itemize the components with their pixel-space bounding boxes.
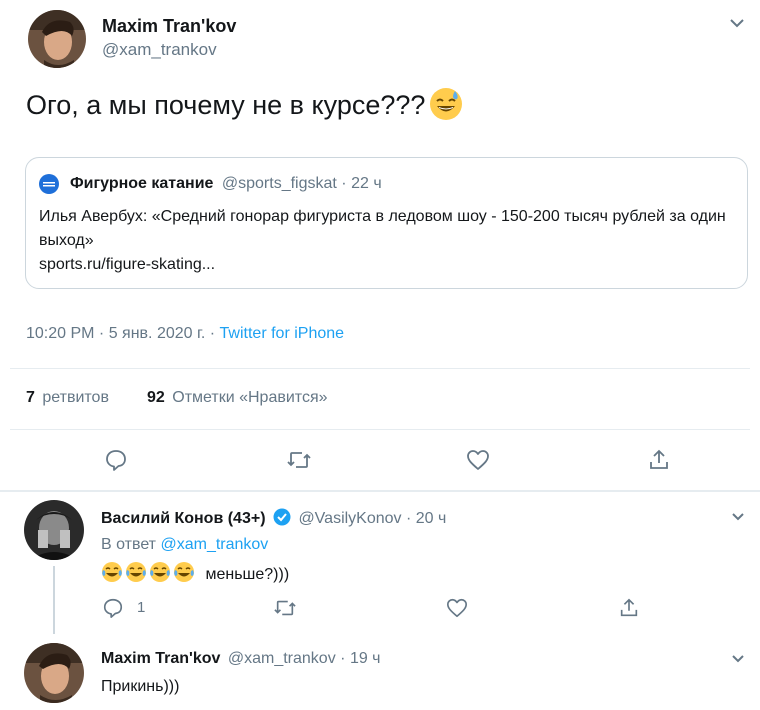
- quoted-tweet-card[interactable]: Фигурное катание @sports_figskat · 22 ч …: [25, 157, 748, 289]
- retweet-icon[interactable]: [273, 597, 297, 624]
- reply-author-avatar[interactable]: [24, 643, 84, 703]
- likes-label: Отметки «Нравится»: [172, 389, 328, 406]
- chevron-down-icon[interactable]: [730, 651, 746, 672]
- reply-to-link[interactable]: @xam_trankov: [160, 536, 268, 553]
- reply-separator: ·: [406, 510, 412, 527]
- retweets-label: ретвитов: [42, 389, 109, 406]
- chevron-down-icon[interactable]: [728, 14, 746, 37]
- author-handle[interactable]: @xam_trankov: [102, 40, 217, 60]
- quoted-link[interactable]: sports.ru/figure-skating...: [39, 253, 215, 277]
- author-name[interactable]: Maxim Tran'kov: [102, 16, 236, 37]
- quoted-account-avatar: [39, 174, 59, 194]
- tweet-source-link[interactable]: Twitter for iPhone: [220, 325, 345, 342]
- retweet-icon[interactable]: [286, 448, 312, 477]
- divider: [0, 490, 760, 492]
- chevron-down-icon[interactable]: [730, 509, 746, 530]
- likes-stat[interactable]: 92 Отметки «Нравится»: [147, 389, 328, 407]
- reply-author-name[interactable]: Василий Конов (43+): [101, 510, 266, 527]
- share-icon[interactable]: [618, 597, 640, 624]
- reply-time[interactable]: 19 ч: [350, 650, 381, 667]
- reply-2-header: Maxim Tran'kov @xam_trankov · 19 ч: [101, 650, 381, 668]
- retweets-count: 7: [26, 389, 35, 406]
- reply-author-handle[interactable]: @VasilyKonov: [298, 510, 401, 527]
- reply-prefix: В ответ: [101, 536, 157, 553]
- quoted-time: 22 ч: [351, 175, 382, 192]
- reply-author-handle[interactable]: @xam_trankov: [228, 650, 336, 667]
- reply-author-name[interactable]: Maxim Tran'kov: [101, 650, 220, 667]
- tears-of-joy-emoji-icon: [101, 561, 197, 588]
- quoted-header: Фигурное катание @sports_figskat · 22 ч: [70, 175, 382, 193]
- grinning-sweat-emoji-icon: [429, 87, 463, 121]
- tweet-timestamp[interactable]: 10:20 PM · 5 янв. 2020 г. ·: [26, 325, 220, 342]
- reply-text: Прикинь))): [101, 678, 180, 695]
- quoted-author-name: Фигурное катание: [70, 175, 214, 192]
- divider: [10, 368, 750, 369]
- reply-time[interactable]: 20 ч: [416, 510, 447, 527]
- likes-count: 92: [147, 389, 165, 406]
- reply-text: меньше?))): [101, 561, 289, 588]
- heart-icon[interactable]: [446, 597, 468, 624]
- verified-badge-icon: [273, 508, 291, 531]
- share-icon[interactable]: [647, 448, 671, 477]
- reply-text-content: меньше?))): [205, 566, 290, 583]
- tweet-timestamp-row: 10:20 PM · 5 янв. 2020 г. · Twitter for …: [26, 325, 344, 343]
- tweet-text-content: Ого, а мы почему не в курсе???: [26, 90, 426, 120]
- divider: [10, 429, 750, 430]
- heart-icon[interactable]: [466, 448, 490, 477]
- reply-separator: ·: [340, 650, 346, 667]
- reply-icon[interactable]: [102, 597, 124, 624]
- quoted-author-handle: @sports_figskat: [221, 175, 337, 192]
- reply-count: 1: [137, 599, 146, 616]
- reply-1-header: Василий Конов (43+) @VasilyKonov · 20 ч: [101, 508, 446, 531]
- quoted-text: Илья Авербух: «Средний гонорар фигуриста…: [39, 208, 726, 249]
- reply-author-avatar[interactable]: [24, 500, 84, 560]
- retweets-stat[interactable]: 7 ретвитов: [26, 389, 109, 407]
- reply-context: В ответ @xam_trankov: [101, 536, 268, 554]
- quoted-separator: ·: [341, 175, 347, 192]
- reply-icon[interactable]: [104, 448, 128, 477]
- tweet-text: Ого, а мы почему не в курсе???: [26, 87, 463, 121]
- author-avatar[interactable]: [28, 10, 86, 68]
- thread-connector-line: [53, 566, 55, 634]
